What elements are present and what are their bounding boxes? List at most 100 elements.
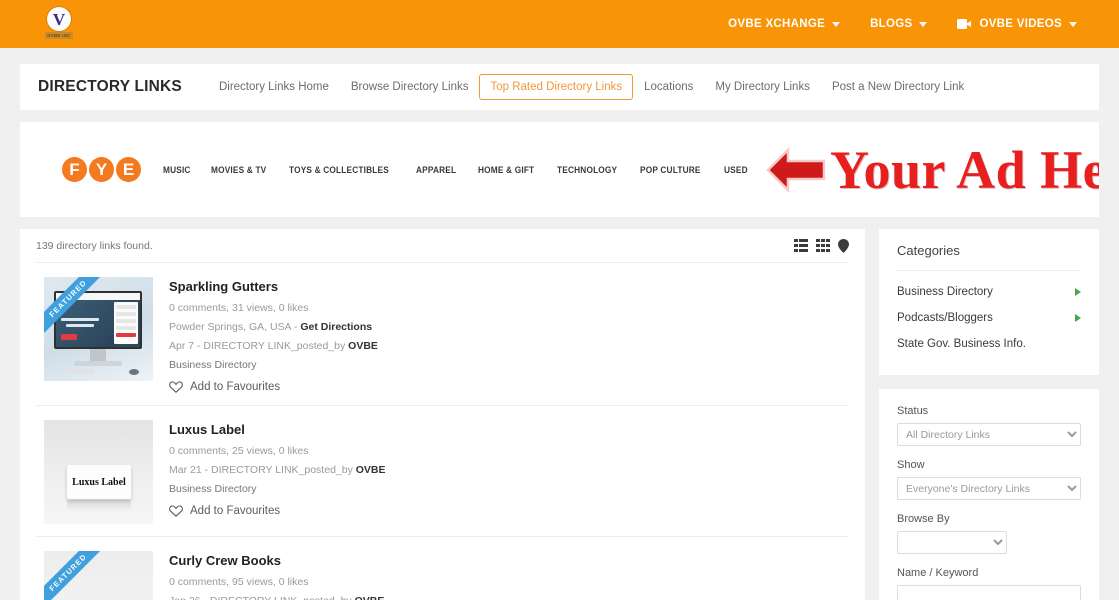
listing-category[interactable]: Business Directory	[169, 483, 386, 495]
favourites-label: Add to Favourites	[190, 505, 281, 517]
results-count: 139 directory links found.	[36, 239, 153, 252]
keyword-input[interactable]	[897, 585, 1081, 600]
main-column: 139 directory links found. FEATURED Spar…	[20, 229, 865, 600]
keyword-label: Name / Keyword	[897, 567, 979, 579]
listing-thumbnail[interactable]: Luxus Label	[44, 420, 153, 524]
show-filter-group: Show Everyone's Directory Links	[897, 459, 1081, 500]
logo-badge-icon: V	[47, 7, 71, 31]
listing-poster[interactable]: OVBE	[356, 464, 386, 476]
nav-top-rated-directory-links[interactable]: Top Rated Directory Links	[479, 74, 634, 100]
map-view-icon[interactable]	[838, 238, 849, 253]
browse-by-label: Browse By	[897, 513, 950, 525]
browse-by-select[interactable]	[897, 531, 1007, 554]
chevron-right-icon[interactable]	[1075, 288, 1081, 296]
listing-title[interactable]: Luxus Label	[169, 422, 386, 437]
nav-ovbe-videos[interactable]: OVBE VIDEOS	[957, 18, 1077, 30]
logo-wordmark: OVBE INC	[45, 32, 73, 39]
heart-icon	[169, 381, 183, 393]
ad-nav-used[interactable]: USED	[724, 165, 748, 175]
status-select[interactable]: All Directory Links	[897, 423, 1081, 446]
listing-row[interactable]: Luxus Label Luxus Label 0 comments, 25 v…	[36, 406, 849, 537]
listing-category[interactable]: Business Directory	[169, 359, 378, 371]
nav-browse-directory-links[interactable]: Browse Directory Links	[340, 74, 480, 100]
category-label: Podcasts/Bloggers	[897, 312, 993, 324]
listing-row[interactable]: CurlyCrew FEATURED Curly Crew Books 0 co…	[36, 537, 849, 600]
thumbnail-image: Luxus Label	[44, 420, 153, 524]
keyword-filter-group: Name / Keyword	[897, 567, 1081, 600]
logo-letter: V	[52, 9, 66, 29]
ad-nav-home-gift[interactable]: HOME & GIFT	[478, 165, 534, 175]
ad-nav-movies-tv[interactable]: MOVIES & TV	[211, 165, 266, 175]
listing-thumbnail[interactable]: FEATURED	[44, 277, 153, 381]
view-mode-switcher	[794, 238, 849, 253]
listing-posted-text: Apr 7 - DIRECTORY LINK_posted_by	[169, 340, 349, 352]
ad-nav-list: MUSIC MOVIES & TV TOYS & COLLECTIBLES AP…	[163, 165, 750, 175]
listing-stats: 0 comments, 31 views, 0 likes	[169, 302, 309, 314]
ad-nav-pop-culture[interactable]: POP CULTURE	[640, 165, 701, 175]
chevron-right-icon[interactable]	[1075, 314, 1081, 322]
fye-letter-f: F	[62, 157, 87, 182]
listing-posted-text: Mar 21 - DIRECTORY LINK_posted_by	[169, 464, 356, 476]
fye-letter-e: E	[116, 157, 141, 182]
browse-by-filter-group: Browse By	[897, 513, 1081, 554]
chevron-down-icon	[832, 21, 841, 27]
category-item-podcasts-bloggers[interactable]: Podcasts/Bloggers	[897, 305, 1081, 331]
nav-blogs-label: BLOGS	[870, 18, 913, 30]
fye-logo: F Y E	[62, 157, 141, 182]
listing-row[interactable]: FEATURED Sparkling Gutters 0 comments, 3…	[36, 263, 849, 406]
show-label: Show	[897, 459, 925, 471]
chevron-down-icon	[1069, 21, 1077, 27]
grid-view-icon[interactable]	[816, 239, 830, 252]
content-columns: 139 directory links found. FEATURED Spar…	[20, 229, 1099, 600]
nav-ovbe-videos-label: OVBE VIDEOS	[979, 18, 1062, 30]
categories-title: Categories	[897, 243, 960, 258]
listing-location: Powder Springs, GA, USA - Get Directions	[169, 321, 378, 333]
listing-location-text: Powder Springs, GA, USA -	[169, 321, 301, 333]
ad-nav-music[interactable]: MUSIC	[163, 165, 191, 175]
ad-nav-apparel[interactable]: APPAREL	[416, 165, 456, 175]
status-filter-group: Status All Directory Links	[897, 405, 1081, 446]
list-view-icon[interactable]	[794, 239, 808, 252]
listing-poster[interactable]: OVBE	[355, 595, 385, 600]
listing-posted: Jan 26 - DIRECTORY LINK_posted_by OVBE	[169, 595, 384, 600]
nav-locations[interactable]: Locations	[633, 74, 704, 100]
nav-my-directory-links[interactable]: My Directory Links	[704, 74, 821, 100]
listing-info: Sparkling Gutters 0 comments, 31 views, …	[169, 277, 378, 393]
ovbe-logo[interactable]: V OVBE INC	[44, 7, 74, 41]
favourites-label: Add to Favourites	[190, 381, 281, 393]
ad-headline: Your Ad Here	[830, 139, 1099, 200]
nav-blogs[interactable]: BLOGS	[870, 18, 928, 30]
category-label: Business Directory	[897, 286, 993, 298]
get-directions-link[interactable]: Get Directions	[300, 321, 372, 333]
nav-ovbe-xchange[interactable]: OVBE XCHANGE	[728, 18, 841, 30]
listing-title[interactable]: Sparkling Gutters	[169, 279, 378, 294]
nav-directory-links-home[interactable]: Directory Links Home	[208, 74, 340, 100]
listing-title[interactable]: Curly Crew Books	[169, 553, 384, 568]
listing-posted: Mar 21 - DIRECTORY LINK_posted_by OVBE	[169, 464, 386, 476]
nav-post-new-directory-link[interactable]: Post a New Directory Link	[821, 74, 975, 100]
directory-listings-panel: 139 directory links found. FEATURED Spar…	[20, 229, 865, 600]
show-select[interactable]: Everyone's Directory Links	[897, 477, 1081, 500]
listing-stats: 0 comments, 25 views, 0 likes	[169, 445, 309, 457]
add-to-favourites-button[interactable]: Add to Favourites	[169, 505, 386, 517]
ad-nav-toys-collectibles[interactable]: TOYS & COLLECTIBLES	[289, 165, 389, 175]
directory-nav-links: Directory Links Home Browse Directory Li…	[208, 74, 975, 100]
advertisement-banner[interactable]: F Y E MUSIC MOVIES & TV TOYS & COLLECTIB…	[20, 122, 1099, 217]
fye-letter-y: Y	[89, 157, 114, 182]
thumbnail-image	[44, 277, 153, 381]
luxus-label-card-graphic: Luxus Label	[67, 465, 131, 499]
left-arrow-icon	[766, 146, 826, 193]
category-item-business-directory[interactable]: Business Directory	[897, 279, 1081, 305]
listing-poster[interactable]: OVBE	[348, 340, 378, 352]
directory-nav-bar: DIRECTORY LINKS Directory Links Home Bro…	[20, 64, 1099, 110]
listing-thumbnail[interactable]: CurlyCrew FEATURED	[44, 551, 153, 600]
page-title: DIRECTORY LINKS	[38, 78, 182, 95]
filters-panel: Status All Directory Links Show Everyone…	[879, 389, 1099, 600]
heart-icon	[169, 505, 183, 517]
listing-info: Curly Crew Books 0 comments, 95 views, 0…	[169, 551, 384, 600]
top-navigation: OVBE XCHANGE BLOGS OVBE VIDEOS	[728, 18, 1077, 30]
top-header-bar: V OVBE INC OVBE XCHANGE BLOGS OVBE VIDEO…	[0, 0, 1119, 48]
ad-nav-technology[interactable]: TECHNOLOGY	[557, 165, 617, 175]
category-item-state-gov-business-info[interactable]: State Gov. Business Info.	[897, 331, 1081, 357]
add-to-favourites-button[interactable]: Add to Favourites	[169, 381, 378, 393]
